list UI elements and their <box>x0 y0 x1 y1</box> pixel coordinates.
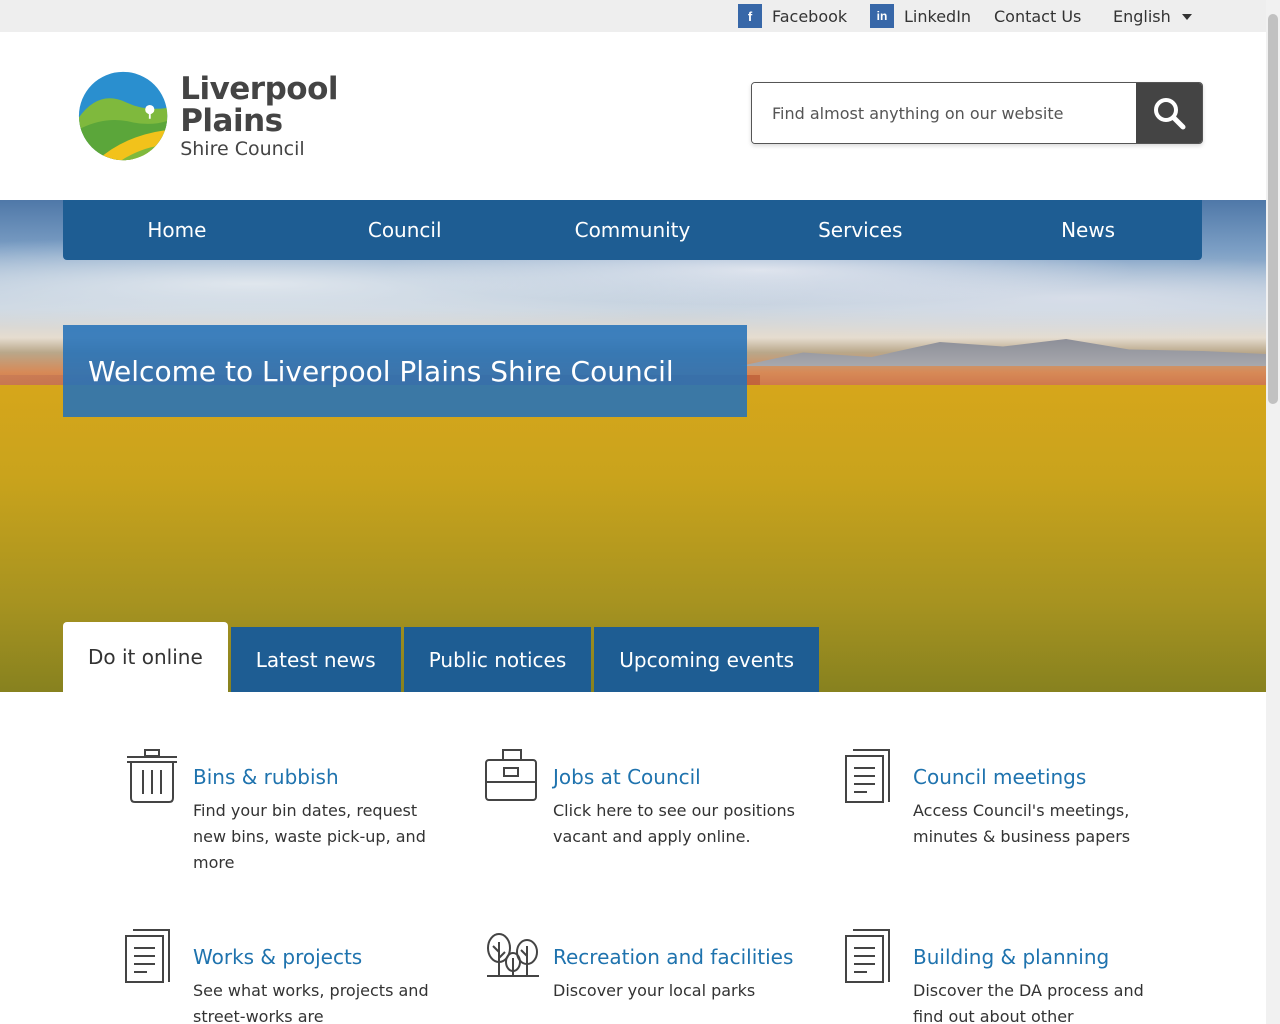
tab-do-it-online[interactable]: Do it online <box>63 622 228 692</box>
search-icon <box>1154 98 1186 130</box>
nav-community[interactable]: Community <box>519 200 747 260</box>
document-icon <box>125 929 170 983</box>
card-building: Building & planning Discover the DA proc… <box>845 929 1175 1024</box>
card-text: Click here to see our positions vacant a… <box>553 801 795 846</box>
chevron-down-icon <box>1181 14 1192 20</box>
logo-line-2: Plains <box>180 102 283 139</box>
card-title-bins[interactable]: Bins & rubbish <box>193 762 455 792</box>
card-title-building[interactable]: Building & planning <box>913 942 1175 972</box>
card-title-jobs[interactable]: Jobs at Council <box>553 762 815 792</box>
content-tabs: Do it online Latest news Public notices … <box>63 622 822 692</box>
card-title-works[interactable]: Works & projects <box>193 942 455 972</box>
facebook-label: Facebook <box>772 6 848 26</box>
linkedin-link[interactable]: in LinkedIn <box>870 0 971 32</box>
welcome-banner: Welcome to Liverpool Plains Shire Counci… <box>63 325 747 417</box>
search-button[interactable] <box>1136 83 1202 143</box>
card-title-recreation[interactable]: Recreation and facilities <box>553 942 793 972</box>
card-body: Building & planning Discover the DA proc… <box>913 942 1175 1024</box>
logo-mark-icon <box>78 71 168 161</box>
language-label: English <box>1113 6 1171 26</box>
nav-home[interactable]: Home <box>63 200 291 260</box>
card-text: See what works, projects and street-work… <box>193 981 429 1024</box>
nav-council[interactable]: Council <box>291 200 519 260</box>
search-input[interactable] <box>752 83 1136 143</box>
card-title-meetings[interactable]: Council meetings <box>913 762 1175 792</box>
card-jobs: Jobs at Council Click here to see our po… <box>485 749 815 850</box>
council-logo[interactable]: Liverpool Plains Shire Council <box>78 66 338 166</box>
card-works: Works & projects See what works, project… <box>125 929 455 1024</box>
site-search <box>751 82 1203 144</box>
card-meetings: Council meetings Access Council's meetin… <box>845 749 1175 850</box>
card-body: Bins & rubbish Find your bin dates, requ… <box>193 762 455 876</box>
tab-latest-news[interactable]: Latest news <box>230 627 401 692</box>
hero-hills <box>740 339 1266 366</box>
bin-icon <box>127 749 177 803</box>
page-title: Welcome to Liverpool Plains Shire Counci… <box>88 354 674 388</box>
linkedin-icon: in <box>870 4 894 28</box>
linkedin-label: LinkedIn <box>904 6 972 26</box>
card-body: Jobs at Council Click here to see our po… <box>553 762 815 850</box>
card-recreation: Recreation and facilities Discover your … <box>485 933 815 1004</box>
card-text: Discover the DA process and find out abo… <box>913 981 1144 1024</box>
page-scrollbar[interactable] <box>1266 0 1280 1024</box>
facebook-link[interactable]: f Facebook <box>738 0 847 32</box>
logo-wordmark: Liverpool Plains Shire Council <box>180 70 338 160</box>
tab-public-notices[interactable]: Public notices <box>403 627 592 692</box>
scrollbar-thumb[interactable] <box>1268 14 1278 404</box>
card-body: Recreation and facilities Discover your … <box>553 942 793 1004</box>
contact-us-link[interactable]: Contact Us <box>994 0 1081 32</box>
nav-services[interactable]: Services <box>746 200 974 260</box>
utility-bar: f Facebook in LinkedIn Contact Us Englis… <box>0 0 1266 32</box>
facebook-icon: f <box>738 4 762 28</box>
card-text: Access Council's meetings, minutes & bus… <box>913 801 1131 846</box>
nav-news[interactable]: News <box>974 200 1202 260</box>
hero-banner: Home Council Community Services News Wel… <box>0 200 1266 692</box>
logo-line-3: Shire Council <box>180 137 305 160</box>
card-text: Find your bin dates, request new bins, w… <box>193 801 426 872</box>
document-icon <box>845 929 890 983</box>
logo-line-1: Liverpool <box>180 70 338 107</box>
card-body: Council meetings Access Council's meetin… <box>913 762 1175 850</box>
language-select[interactable]: English <box>1113 0 1192 32</box>
contact-us-label: Contact Us <box>994 6 1082 26</box>
main-nav: Home Council Community Services News <box>63 200 1202 260</box>
trees-icon <box>487 933 539 977</box>
card-body: Works & projects See what works, project… <box>193 942 455 1024</box>
briefcase-icon <box>485 749 537 801</box>
document-icon <box>845 749 890 803</box>
tab-upcoming-events[interactable]: Upcoming events <box>594 627 819 692</box>
card-bins: Bins & rubbish Find your bin dates, requ… <box>125 749 455 876</box>
card-text: Discover your local parks <box>553 981 756 1000</box>
